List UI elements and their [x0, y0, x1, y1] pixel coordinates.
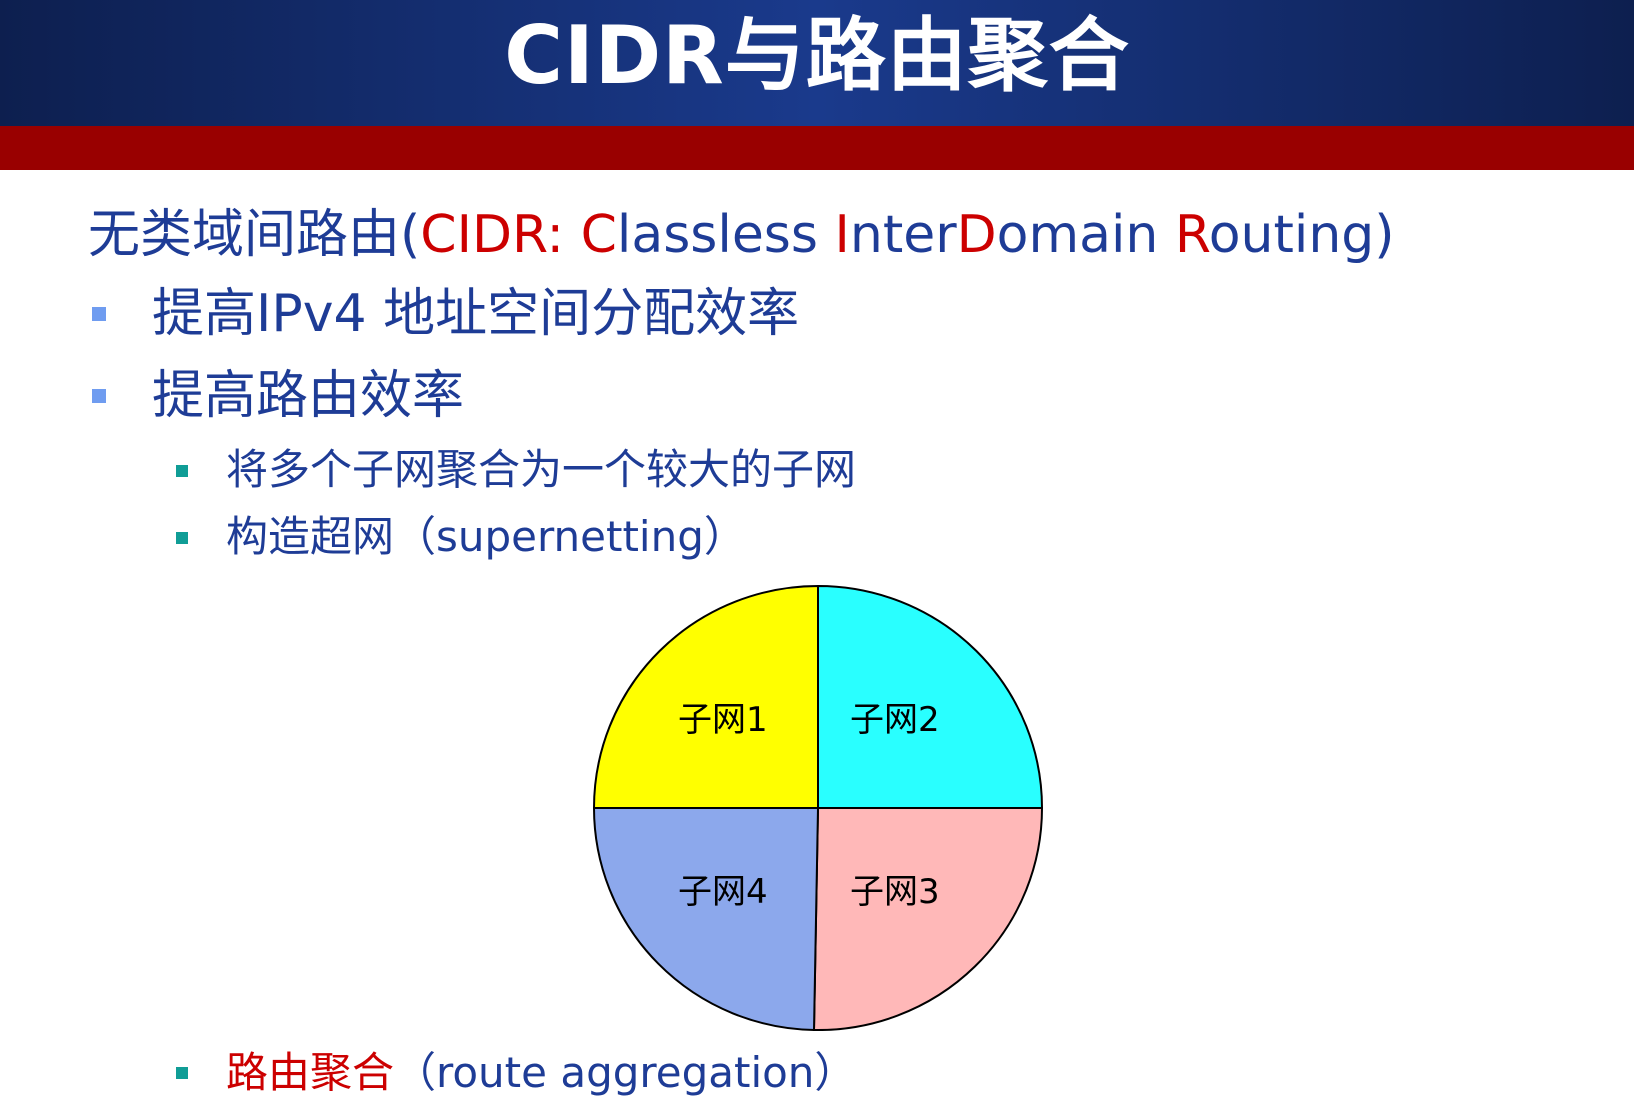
- quadrant-subnet-3: [812, 807, 1044, 1032]
- quadrant-label-subnet-3: 子网3: [850, 872, 940, 912]
- bullet-square-icon: [92, 307, 106, 321]
- heading-part: D: [956, 205, 997, 265]
- quadrant-label-subnet-1: 子网1: [678, 700, 768, 740]
- heading-part: lassless: [616, 205, 835, 265]
- quadrant-subnet-1: [592, 584, 819, 809]
- heading-part: CIDR:: [420, 205, 581, 265]
- heading-prefix: 无类域间路由(: [88, 205, 421, 265]
- header-red-bar: [0, 126, 1634, 170]
- subnet-circle-svg: 子网1 子网2 子网3 子网4: [592, 584, 1044, 1032]
- quadrant-subnet-2: [817, 584, 1044, 809]
- heading-part: omain: [996, 205, 1175, 265]
- quadrant-label-subnet-2: 子网2: [850, 700, 940, 740]
- bullet-square-icon: [176, 1067, 188, 1079]
- bullet-square-icon: [176, 465, 188, 477]
- quadrant-label-subnet-4: 子网4: [678, 872, 768, 912]
- bottom-bullet-item: 路由聚合（route aggregation）: [226, 1046, 856, 1100]
- heading-part: outing): [1208, 205, 1395, 265]
- slide-title: CIDR与路由聚合: [504, 9, 1130, 102]
- bottom-bullet-blue-text: （route aggregation）: [394, 1048, 857, 1097]
- slide-header: CIDR与路由聚合: [0, 0, 1634, 126]
- heading-part: I: [834, 205, 850, 265]
- quadrant-subnet-4: [592, 807, 820, 1032]
- bullet-l2-item: 构造超网（supernetting）: [226, 512, 746, 561]
- bottom-bullet-red-text: 路由聚合: [226, 1048, 395, 1097]
- bullet-l2-item: 将多个子网聚合为一个较大的子网: [226, 445, 857, 494]
- heading-part: nter: [849, 205, 957, 265]
- heading-part: C: [580, 205, 617, 265]
- subnet-circle-diagram: 子网1 子网2 子网3 子网4: [590, 584, 1050, 1032]
- bullet-l1-item: 提高路由效率: [152, 366, 465, 426]
- bullet-l1-item: 提高IPv4 地址空间分配效率: [152, 284, 800, 344]
- heading-part: R: [1174, 205, 1209, 265]
- bullet-square-icon: [176, 532, 188, 544]
- bullet-square-icon: [92, 389, 106, 403]
- heading-line: 无类域间路由(CIDR: Classless InterDomain Routi…: [88, 203, 1395, 267]
